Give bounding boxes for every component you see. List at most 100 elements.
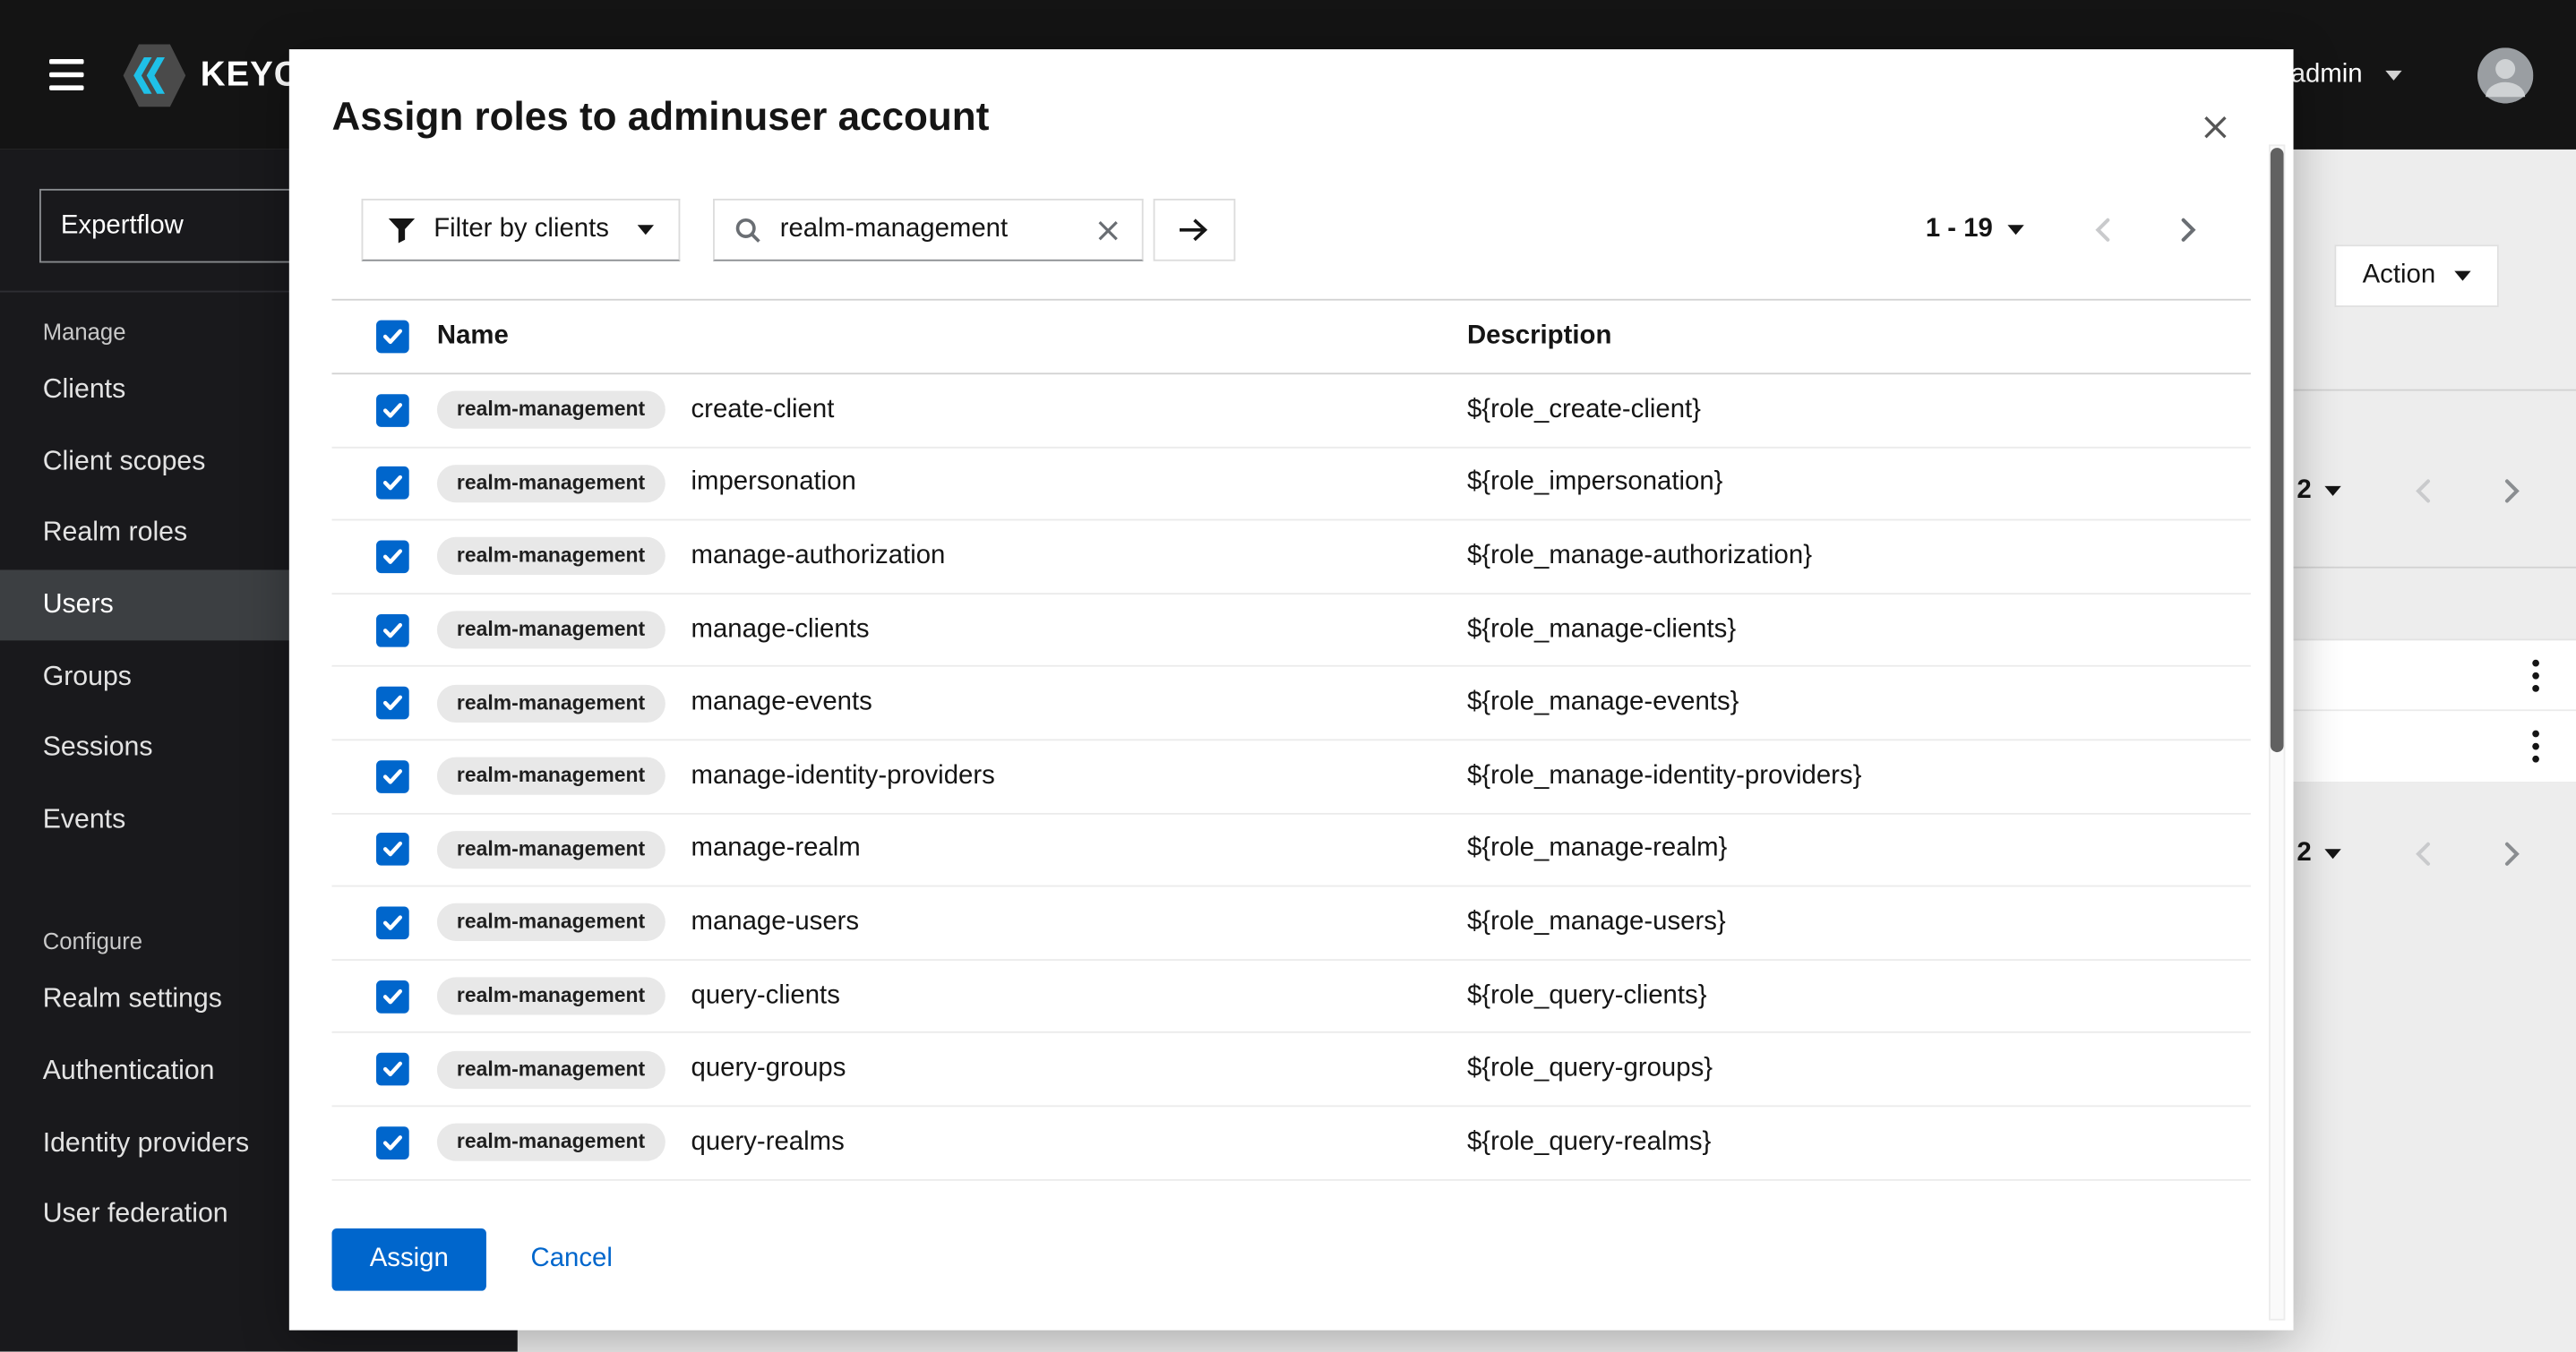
table-header-row: Name Description <box>332 301 2251 375</box>
action-dropdown-button[interactable]: Action <box>2334 244 2499 307</box>
select-all-checkbox[interactable] <box>376 321 409 354</box>
chevron-right-icon <box>2503 478 2522 504</box>
modal-footer: Assign Cancel <box>332 1228 613 1291</box>
search-input[interactable] <box>777 213 1078 246</box>
next-page-button[interactable] <box>2499 478 2525 504</box>
chevron-down-icon <box>2455 271 2471 281</box>
user-menu-label[interactable]: admin <box>2291 60 2363 90</box>
roles-table: Name Description realm-management create… <box>332 299 2251 1180</box>
role-name: impersonation <box>691 468 856 498</box>
role-client-badge: realm-management <box>437 1124 665 1161</box>
row-checkbox[interactable] <box>376 1126 409 1159</box>
row-kebab-menu-button[interactable] <box>2521 648 2549 703</box>
role-description: ${role_query-realms} <box>1467 1128 2251 1158</box>
clear-icon <box>1097 219 1119 241</box>
keycloak-logo-icon <box>124 40 186 109</box>
chevron-down-icon <box>2385 70 2401 80</box>
row-checkbox[interactable] <box>376 906 409 939</box>
nav-toggle-button[interactable] <box>43 53 90 98</box>
next-page-button[interactable] <box>2499 841 2525 867</box>
role-client-badge: realm-management <box>437 538 665 576</box>
table-row: realm-management query-groups ${role_que… <box>332 1033 2251 1107</box>
close-icon <box>2203 115 2228 140</box>
role-name: manage-users <box>691 908 860 937</box>
role-name-cell: realm-management manage-clients <box>437 611 1467 648</box>
row-checkbox-cell <box>332 394 437 427</box>
role-name-cell: realm-management query-groups <box>437 1050 1467 1088</box>
role-name: manage-realm <box>691 834 861 864</box>
assign-button[interactable]: Assign <box>332 1228 486 1291</box>
modal-title: Assign roles to adminuser account <box>332 95 2251 141</box>
chevron-right-icon <box>2178 217 2198 243</box>
search-submit-button[interactable] <box>1153 199 1235 261</box>
assign-roles-modal: Assign roles to adminuser account Filter… <box>289 49 2294 1331</box>
previous-page-button[interactable] <box>2410 478 2436 504</box>
role-name-cell: realm-management manage-authorization <box>437 538 1467 576</box>
role-name-cell: realm-management query-clients <box>437 977 1467 1014</box>
role-description: ${role_create-client} <box>1467 396 2251 425</box>
realm-name: Expertflow <box>61 211 184 239</box>
background-pagination-bottom: 1 - 2 <box>2259 825 2525 884</box>
modal-close-button[interactable] <box>2196 108 2234 146</box>
role-name: manage-identity-providers <box>691 762 995 792</box>
role-description: ${role_manage-realm} <box>1467 834 2251 864</box>
kebab-icon <box>2532 658 2540 693</box>
role-name-cell: realm-management create-client <box>437 391 1467 429</box>
next-page-button[interactable] <box>2175 217 2201 243</box>
chevron-down-icon <box>637 225 653 235</box>
row-checkbox[interactable] <box>376 613 409 646</box>
role-description: ${role_query-groups} <box>1467 1055 2251 1084</box>
previous-page-button[interactable] <box>2410 841 2436 867</box>
row-checkbox[interactable] <box>376 980 409 1013</box>
row-checkbox-cell <box>332 467 437 501</box>
table-row: realm-management impersonation ${role_im… <box>332 448 2251 521</box>
row-checkbox[interactable] <box>376 467 409 501</box>
avatar[interactable] <box>2477 47 2533 102</box>
row-checkbox[interactable] <box>376 834 409 867</box>
role-client-badge: realm-management <box>437 391 665 429</box>
row-checkbox[interactable] <box>376 1053 409 1086</box>
role-name: manage-authorization <box>691 542 946 571</box>
row-checkbox-cell <box>332 540 437 573</box>
role-client-badge: realm-management <box>437 831 665 869</box>
table-row: realm-management manage-realm ${role_man… <box>332 814 2251 887</box>
role-client-badge: realm-management <box>437 684 665 722</box>
action-dropdown-label: Action <box>2363 261 2436 291</box>
row-checkbox-cell <box>332 760 437 793</box>
select-all-cell <box>332 321 437 354</box>
table-row: realm-management manage-authorization ${… <box>332 521 2251 595</box>
chevron-right-icon <box>2503 841 2522 867</box>
role-client-badge: realm-management <box>437 1050 665 1088</box>
role-description: ${role_query-clients} <box>1467 981 2251 1011</box>
clear-search-button[interactable] <box>1094 216 1121 244</box>
row-checkbox[interactable] <box>376 687 409 720</box>
chevron-down-icon <box>2324 486 2340 496</box>
chevron-left-icon <box>2093 217 2113 243</box>
row-checkbox-cell <box>332 1053 437 1086</box>
hamburger-icon <box>49 85 84 90</box>
background-pagination-top: 1 - 2 <box>2259 461 2525 520</box>
role-client-badge: realm-management <box>437 465 665 502</box>
check-icon <box>382 695 402 711</box>
role-description: ${role_manage-identity-providers} <box>1467 762 2251 792</box>
modal-scrollbar-track[interactable] <box>2269 144 2285 1320</box>
row-checkbox[interactable] <box>376 394 409 427</box>
row-checkbox[interactable] <box>376 540 409 573</box>
avatar-icon <box>2477 47 2533 102</box>
chevron-down-icon <box>2007 225 2023 235</box>
arrow-right-icon <box>1178 217 1209 243</box>
pagination-range-dropdown[interactable]: 1 - 19 <box>1926 215 1993 244</box>
row-checkbox[interactable] <box>376 760 409 793</box>
cancel-button[interactable]: Cancel <box>531 1245 613 1274</box>
role-description: ${role_manage-users} <box>1467 908 2251 937</box>
modal-scrollbar-thumb[interactable] <box>2271 148 2284 752</box>
filter-type-dropdown[interactable]: Filter by clients <box>362 199 680 261</box>
row-kebab-menu-button[interactable] <box>2521 719 2549 774</box>
table-row: realm-management manage-events ${role_ma… <box>332 667 2251 740</box>
check-icon <box>382 1134 402 1151</box>
search-icon <box>734 217 760 243</box>
row-checkbox-cell <box>332 834 437 867</box>
check-icon <box>382 988 402 1004</box>
role-name-cell: realm-management manage-events <box>437 684 1467 722</box>
previous-page-button[interactable] <box>2090 217 2116 243</box>
